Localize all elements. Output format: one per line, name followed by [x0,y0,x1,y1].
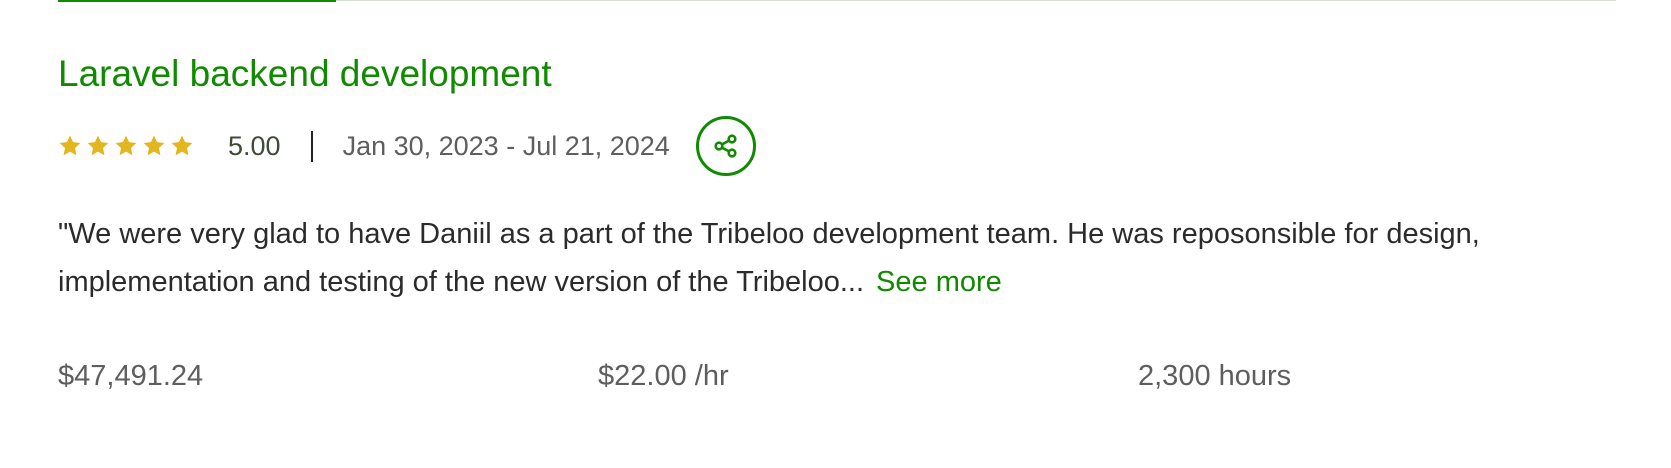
earnings-amount: $47,491.24 [58,360,204,392]
star-icon [59,135,81,156]
job-meta-row: 5.00 Jan 30, 2023 - Jul 21, 2024 [58,114,756,178]
star-icon [87,135,109,156]
star-icon [171,135,193,156]
job-dates: Jan 30, 2023 - Jul 21, 2024 [342,130,670,161]
review-text: "We were very glad to have Daniil as a p… [58,210,1598,306]
star-icon [115,135,137,156]
rating-stars [58,134,194,158]
active-tab-indicator [58,0,336,2]
see-more-link[interactable]: See more [876,266,1002,298]
star-icon [143,135,165,156]
hourly-rate: $22.00 /hr [598,360,729,392]
share-icon [714,134,737,158]
rating-value: 5.00 [228,130,281,161]
meta-divider [310,130,313,162]
job-title-link[interactable]: Laravel backend development [58,50,552,98]
review-quote: "We were very glad to have Daniil as a p… [58,218,1480,298]
share-button[interactable] [695,116,756,176]
hours-worked: 2,300 hours [1138,360,1292,392]
